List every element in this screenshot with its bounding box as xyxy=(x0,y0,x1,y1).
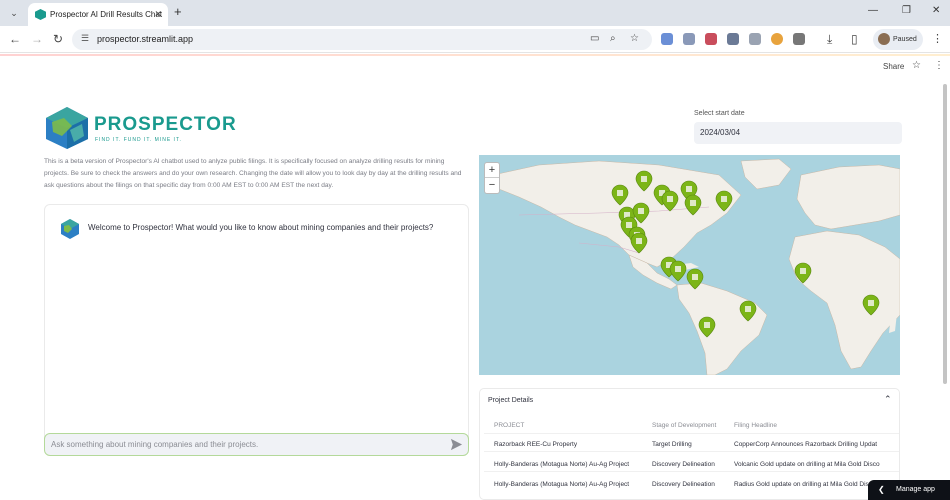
intro-text: This is a beta version of Prospector's A… xyxy=(44,158,462,189)
column-header-project[interactable]: PROJECT xyxy=(494,422,524,429)
brand-name: PROSPECTOR xyxy=(94,114,237,135)
date-label: Select start date xyxy=(694,110,745,117)
profile-status: Paused xyxy=(893,36,917,43)
chat-input[interactable] xyxy=(45,434,435,455)
brand-tagline: FIND IT. FUND IT. MINE IT. xyxy=(95,137,182,143)
tab-title: Prospector AI Drill Results Chat xyxy=(50,10,163,19)
chat-input-box xyxy=(44,433,469,456)
column-header-headline[interactable]: Filing Headline xyxy=(734,422,777,429)
browser-menu-icon[interactable]: ⋮ xyxy=(932,32,943,45)
new-tab-icon[interactable]: + xyxy=(174,4,182,19)
browser-toolbar: ← → ↻ ☰ prospector.streamlit.app ▭ ⌕ ☆ ⤓… xyxy=(0,26,950,53)
prospector-logo: PROSPECTOR FIND IT. FUND IT. MINE IT. xyxy=(44,106,236,152)
assistant-welcome-message: Welcome to Prospector! What would you li… xyxy=(88,223,434,232)
reload-icon[interactable]: ↻ xyxy=(53,32,63,46)
bookmark-star-icon[interactable]: ☆ xyxy=(630,33,639,44)
extension-icon[interactable] xyxy=(705,33,717,45)
tab-close-icon[interactable]: ✕ xyxy=(154,3,162,26)
site-info-icon[interactable]: ☰ xyxy=(81,33,89,44)
chevron-left-icon: ❮ xyxy=(878,485,885,494)
send-icon[interactable] xyxy=(450,438,463,451)
streamlit-page: Share ☆ ⋮ PROSPECTOR FIND IT. FUND IT. M… xyxy=(0,54,950,500)
table-cell[interactable]: Target Drilling xyxy=(652,441,730,448)
map-zoom-control: + − xyxy=(484,162,500,194)
tab-search-icon[interactable]: ⌄ xyxy=(6,5,22,21)
extension-icon[interactable] xyxy=(661,33,673,45)
extension-icon[interactable] xyxy=(727,33,739,45)
table-cell[interactable]: Holly-Banderas (Motagua Norte) Au-Ag Pro… xyxy=(494,461,644,468)
profile-button[interactable]: Paused xyxy=(873,29,923,50)
world-map[interactable] xyxy=(479,155,900,375)
chevron-up-icon[interactable]: ⌃ xyxy=(884,394,892,405)
avatar xyxy=(878,33,890,45)
scrollbar[interactable] xyxy=(943,84,947,384)
extension-icon[interactable] xyxy=(683,33,695,45)
extension-icon[interactable] xyxy=(749,33,761,45)
address-url: prospector.streamlit.app xyxy=(97,34,194,44)
prospector-favicon-icon xyxy=(35,9,46,20)
browser-tab-bar: ⌄ Prospector AI Drill Results Chat ✕ + —… xyxy=(0,0,950,26)
table-divider xyxy=(484,433,899,434)
project-details-title[interactable]: Project Details xyxy=(488,397,533,404)
map-marker[interactable] xyxy=(669,260,687,282)
table-cell[interactable]: Discovery Delineation xyxy=(652,481,730,488)
zoom-in-button[interactable]: + xyxy=(485,163,499,178)
start-date-input[interactable]: 2024/03/04 xyxy=(694,122,902,144)
address-bar[interactable]: ☰ prospector.streamlit.app ▭ ⌕ ☆ xyxy=(72,29,652,50)
app-menu-icon[interactable]: ⋮ xyxy=(934,60,944,71)
manage-app-label: Manage app xyxy=(896,486,935,493)
project-details-expander: Project Details ⌃ PROJECT Stage of Devel… xyxy=(479,388,900,500)
cast-icon[interactable]: ▭ xyxy=(590,33,599,44)
browser-tab[interactable]: Prospector AI Drill Results Chat ✕ xyxy=(28,3,168,26)
extensions-puzzle-icon[interactable] xyxy=(793,33,805,45)
table-cell[interactable]: Razorback REE-Cu Property xyxy=(494,441,644,448)
extension-icon[interactable] xyxy=(771,33,783,45)
table-divider xyxy=(484,471,899,472)
column-header-stage[interactable]: Stage of Development xyxy=(652,422,716,429)
minimize-icon[interactable]: — xyxy=(868,5,878,16)
table-cell[interactable]: Volcanic Gold update on drilling at Mila… xyxy=(734,461,899,468)
side-panel-icon[interactable]: ▯ xyxy=(851,32,858,46)
assistant-avatar-icon xyxy=(61,219,79,239)
zoom-out-button[interactable]: − xyxy=(485,178,499,193)
favorite-star-icon[interactable]: ☆ xyxy=(912,60,921,71)
prospector-hexagon-logo-icon xyxy=(46,107,88,149)
project-map[interactable] xyxy=(479,155,900,375)
restore-icon[interactable]: ❐ xyxy=(902,5,911,16)
page-top-bar xyxy=(0,54,950,56)
download-icon[interactable]: ⤓ xyxy=(827,32,832,47)
back-icon[interactable]: ← xyxy=(9,32,21,46)
share-button[interactable]: Share xyxy=(883,62,904,71)
table-cell[interactable]: CopperCorp Announces Razorback Drilling … xyxy=(734,441,899,448)
table-cell[interactable]: Holly-Banderas (Motagua Norte) Au-Ag Pro… xyxy=(494,481,644,488)
zoom-icon[interactable]: ⌕ xyxy=(610,33,616,44)
forward-icon[interactable]: → xyxy=(31,32,43,46)
table-cell[interactable]: Discovery Delineation xyxy=(652,461,730,468)
table-divider xyxy=(484,451,899,452)
chat-container: Welcome to Prospector! What would you li… xyxy=(44,204,469,444)
manage-app-button[interactable]: ❮ Manage app xyxy=(868,480,950,500)
close-window-icon[interactable]: ✕ xyxy=(932,5,940,16)
